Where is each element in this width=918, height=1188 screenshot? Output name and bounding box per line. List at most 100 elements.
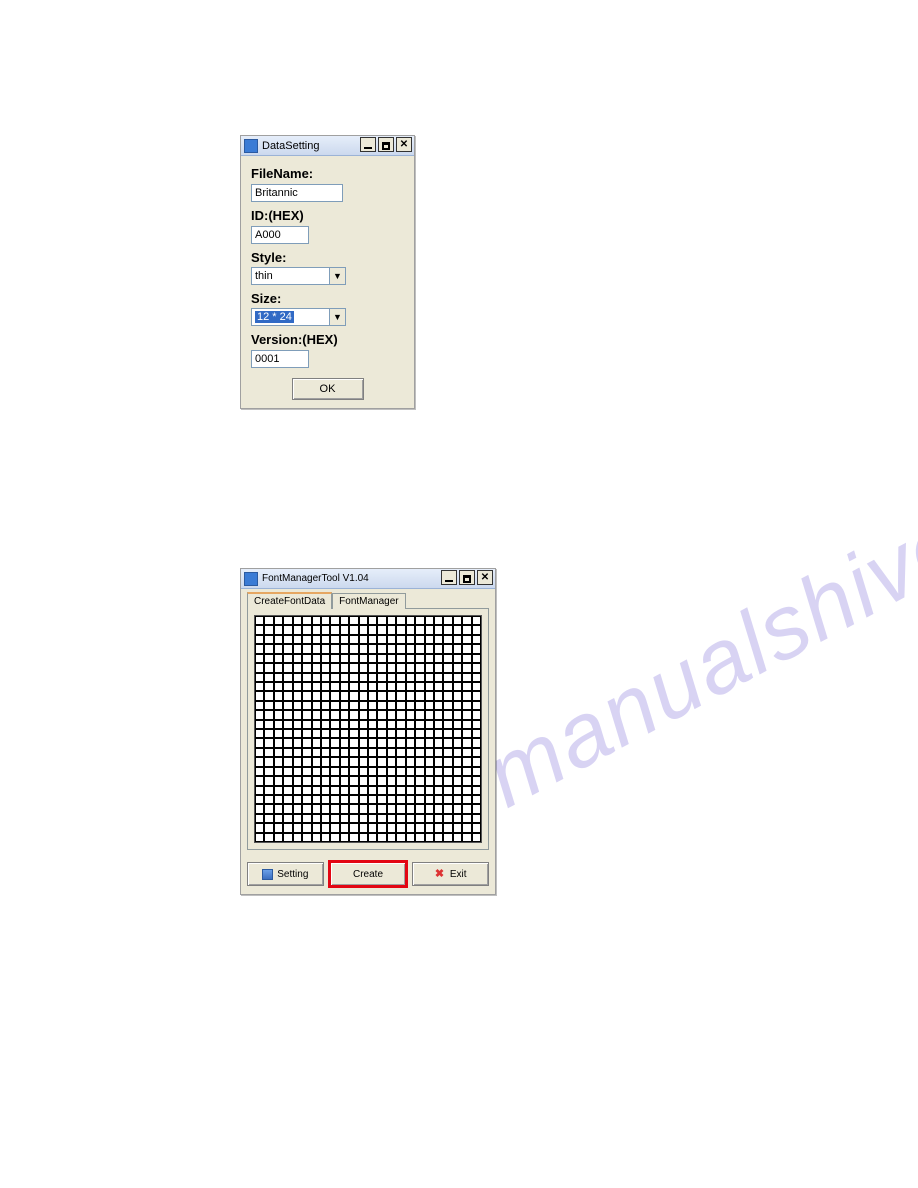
grid-cell[interactable] bbox=[443, 691, 452, 700]
grid-cell[interactable] bbox=[387, 644, 396, 653]
grid-cell[interactable] bbox=[443, 673, 452, 682]
setting-button[interactable]: Setting bbox=[247, 862, 324, 886]
grid-cell[interactable] bbox=[462, 757, 471, 766]
grid-cell[interactable] bbox=[406, 691, 415, 700]
grid-cell[interactable] bbox=[425, 795, 434, 804]
grid-cell[interactable] bbox=[453, 823, 462, 832]
grid-cell[interactable] bbox=[377, 767, 386, 776]
title-bar[interactable]: FontManagerTool V1.04 ✕ bbox=[241, 569, 495, 589]
grid-cell[interactable] bbox=[255, 833, 264, 842]
grid-cell[interactable] bbox=[377, 616, 386, 625]
grid-cell[interactable] bbox=[462, 814, 471, 823]
grid-cell[interactable] bbox=[264, 795, 273, 804]
grid-cell[interactable] bbox=[406, 616, 415, 625]
grid-cell[interactable] bbox=[321, 654, 330, 663]
grid-cell[interactable] bbox=[274, 691, 283, 700]
grid-cell[interactable] bbox=[387, 757, 396, 766]
grid-cell[interactable] bbox=[368, 738, 377, 747]
grid-cell[interactable] bbox=[443, 644, 452, 653]
grid-cell[interactable] bbox=[312, 748, 321, 757]
grid-cell[interactable] bbox=[443, 786, 452, 795]
grid-cell[interactable] bbox=[434, 767, 443, 776]
grid-cell[interactable] bbox=[293, 616, 302, 625]
grid-cell[interactable] bbox=[472, 682, 481, 691]
grid-cell[interactable] bbox=[283, 720, 292, 729]
grid-cell[interactable] bbox=[377, 644, 386, 653]
grid-cell[interactable] bbox=[255, 635, 264, 644]
grid-cell[interactable] bbox=[302, 833, 311, 842]
grid-cell[interactable] bbox=[396, 776, 405, 785]
grid-cell[interactable] bbox=[349, 729, 358, 738]
grid-cell[interactable] bbox=[330, 682, 339, 691]
grid-cell[interactable] bbox=[283, 776, 292, 785]
grid-cell[interactable] bbox=[340, 635, 349, 644]
grid-cell[interactable] bbox=[434, 786, 443, 795]
grid-cell[interactable] bbox=[330, 644, 339, 653]
grid-cell[interactable] bbox=[274, 663, 283, 672]
grid-cell[interactable] bbox=[406, 786, 415, 795]
grid-cell[interactable] bbox=[340, 701, 349, 710]
grid-cell[interactable] bbox=[330, 833, 339, 842]
grid-cell[interactable] bbox=[264, 654, 273, 663]
grid-cell[interactable] bbox=[283, 663, 292, 672]
grid-cell[interactable] bbox=[349, 682, 358, 691]
grid-cell[interactable] bbox=[359, 738, 368, 747]
grid-cell[interactable] bbox=[321, 635, 330, 644]
grid-cell[interactable] bbox=[415, 673, 424, 682]
tab-create-font-data[interactable]: CreateFontData bbox=[247, 592, 332, 609]
grid-cell[interactable] bbox=[321, 663, 330, 672]
grid-cell[interactable] bbox=[472, 635, 481, 644]
grid-cell[interactable] bbox=[321, 682, 330, 691]
grid-cell[interactable] bbox=[349, 644, 358, 653]
grid-cell[interactable] bbox=[349, 823, 358, 832]
grid-cell[interactable] bbox=[368, 710, 377, 719]
grid-cell[interactable] bbox=[283, 833, 292, 842]
grid-cell[interactable] bbox=[274, 767, 283, 776]
grid-cell[interactable] bbox=[396, 644, 405, 653]
grid-cell[interactable] bbox=[359, 625, 368, 634]
grid-cell[interactable] bbox=[425, 757, 434, 766]
grid-cell[interactable] bbox=[472, 833, 481, 842]
grid-cell[interactable] bbox=[321, 701, 330, 710]
grid-cell[interactable] bbox=[425, 720, 434, 729]
grid-cell[interactable] bbox=[377, 635, 386, 644]
grid-cell[interactable] bbox=[255, 738, 264, 747]
grid-cell[interactable] bbox=[406, 673, 415, 682]
grid-cell[interactable] bbox=[472, 729, 481, 738]
grid-cell[interactable] bbox=[349, 786, 358, 795]
grid-cell[interactable] bbox=[359, 644, 368, 653]
grid-cell[interactable] bbox=[462, 616, 471, 625]
grid-cell[interactable] bbox=[396, 823, 405, 832]
grid-cell[interactable] bbox=[349, 738, 358, 747]
grid-cell[interactable] bbox=[434, 833, 443, 842]
grid-cell[interactable] bbox=[368, 654, 377, 663]
grid-cell[interactable] bbox=[396, 795, 405, 804]
grid-cell[interactable] bbox=[274, 616, 283, 625]
grid-cell[interactable] bbox=[377, 804, 386, 813]
grid-cell[interactable] bbox=[443, 701, 452, 710]
grid-cell[interactable] bbox=[293, 635, 302, 644]
grid-cell[interactable] bbox=[312, 738, 321, 747]
grid-cell[interactable] bbox=[406, 654, 415, 663]
grid-cell[interactable] bbox=[312, 757, 321, 766]
grid-cell[interactable] bbox=[302, 635, 311, 644]
grid-cell[interactable] bbox=[462, 710, 471, 719]
grid-cell[interactable] bbox=[321, 710, 330, 719]
grid-cell[interactable] bbox=[340, 729, 349, 738]
grid-cell[interactable] bbox=[312, 767, 321, 776]
grid-cell[interactable] bbox=[368, 757, 377, 766]
close-button[interactable]: ✕ bbox=[477, 570, 493, 585]
grid-cell[interactable] bbox=[312, 710, 321, 719]
grid-cell[interactable] bbox=[293, 748, 302, 757]
grid-cell[interactable] bbox=[321, 738, 330, 747]
grid-cell[interactable] bbox=[396, 710, 405, 719]
grid-cell[interactable] bbox=[359, 814, 368, 823]
grid-cell[interactable] bbox=[443, 663, 452, 672]
grid-cell[interactable] bbox=[462, 795, 471, 804]
grid-cell[interactable] bbox=[453, 663, 462, 672]
grid-cell[interactable] bbox=[293, 786, 302, 795]
minimize-button[interactable] bbox=[441, 570, 457, 585]
grid-cell[interactable] bbox=[283, 795, 292, 804]
grid-cell[interactable] bbox=[264, 786, 273, 795]
grid-cell[interactable] bbox=[330, 748, 339, 757]
